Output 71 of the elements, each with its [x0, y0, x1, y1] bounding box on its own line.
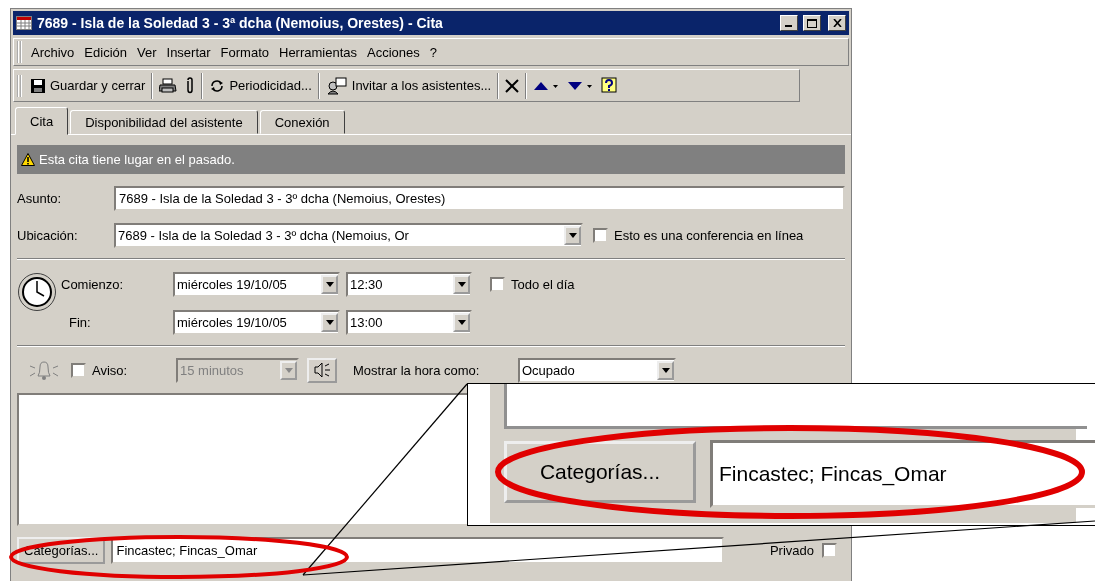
recurrence-button[interactable]: Periodicidad... [205, 72, 316, 99]
checkbox[interactable] [822, 542, 837, 558]
checkbox[interactable] [593, 227, 608, 243]
categories-field[interactable]: Fincastec; Fincas_Omar [111, 536, 725, 564]
calendar-icon [16, 16, 32, 30]
time-field[interactable]: 13:00 [346, 309, 472, 335]
dropdown-button[interactable] [453, 274, 470, 294]
date-field[interactable]: miércoles 19/10/05 [173, 309, 340, 335]
maximize-icon [807, 18, 817, 28]
delete-icon [505, 78, 520, 93]
categories-button[interactable]: Categorías... [504, 441, 696, 503]
tab[interactable]: Cita [15, 107, 69, 135]
maximize-button[interactable] [803, 15, 821, 31]
dropdown-button[interactable] [657, 360, 674, 380]
menu-item[interactable]: Edición [79, 42, 132, 62]
clock-icon [17, 272, 57, 312]
save-close-button[interactable]: Guardar y cerrar [26, 72, 150, 99]
location-field[interactable]: 7689 - Isla de la Soledad 3 - 3º dcha (Nemoius, Or [114, 222, 583, 248]
dropdown-button[interactable] [564, 225, 581, 245]
close-icon [832, 19, 842, 27]
menu-item[interactable]: Herramientas [274, 42, 363, 62]
speaker-icon [313, 362, 331, 378]
menu-item[interactable]: Insertar [161, 42, 216, 62]
show-time-as-field[interactable]: Ocupado [518, 357, 676, 383]
printer-icon [159, 77, 178, 94]
checkbox-label: Aviso: [92, 362, 129, 378]
window-title: 7689 - Isla de la Soledad 3 - 3ª dcha (Nemoius, Orestes) - Cita [37, 15, 444, 31]
grip-handle[interactable] [17, 74, 22, 97]
menu-item[interactable]: Ver [132, 42, 162, 62]
dropdown-button[interactable] [453, 312, 470, 332]
field-label: Ubicación: [17, 227, 79, 243]
field-label: Fin: [68, 314, 92, 330]
checkbox-label: Todo el día [511, 276, 575, 292]
menu-item[interactable]: Formato [215, 42, 274, 62]
warning-icon [21, 153, 35, 166]
paperclip-icon [185, 77, 196, 94]
invite-button[interactable]: Invitar a los asistentes... [321, 72, 496, 99]
caret-icon [325, 319, 334, 325]
checkbox-label: Esto es una conferencia en línea [614, 227, 804, 243]
info-text: Esta cita tiene lugar en el pasado. [39, 152, 235, 167]
date-field[interactable]: miércoles 19/10/05 [173, 271, 340, 297]
caret-icon [457, 281, 466, 287]
people-icon [325, 76, 348, 95]
menu-item[interactable]: Archivo [26, 42, 80, 62]
caret-icon [568, 232, 577, 238]
field-label: Mostrar la hora como: [353, 362, 481, 378]
minimize-button[interactable] [780, 15, 798, 31]
checkbox[interactable] [490, 276, 505, 292]
subject-field[interactable]: 7689 - Isla de la Soledad 3 - 3º dcha (Nemoius, Orestes) [114, 185, 845, 211]
close-button[interactable] [828, 15, 846, 31]
bell-icon [27, 358, 61, 382]
down-arrow-icon [567, 79, 594, 92]
caret-icon [325, 281, 334, 287]
dropdown-button[interactable] [321, 312, 338, 332]
tab[interactable]: Disponibilidad del asistente [70, 110, 258, 134]
categories-field[interactable]: Fincastec; Fincas_Omar [710, 440, 1095, 508]
caret-icon [284, 367, 293, 373]
circular-arrows-icon [209, 77, 226, 94]
field-label: Asunto: [17, 190, 63, 206]
field-label: Comienzo: [61, 276, 125, 292]
checkbox-label: Privado [769, 542, 814, 558]
menu-item[interactable]: Acciones [362, 42, 425, 62]
help-icon [601, 76, 618, 95]
sound-button[interactable] [307, 357, 337, 383]
tab[interactable]: Conexión [259, 110, 345, 134]
grip-handle[interactable] [17, 41, 22, 63]
time-field[interactable]: 12:30 [346, 271, 472, 297]
caret-icon [457, 319, 466, 325]
caret-icon [661, 367, 670, 373]
dropdown-button[interactable] [321, 274, 338, 294]
menu-item[interactable]: ? [424, 42, 442, 62]
